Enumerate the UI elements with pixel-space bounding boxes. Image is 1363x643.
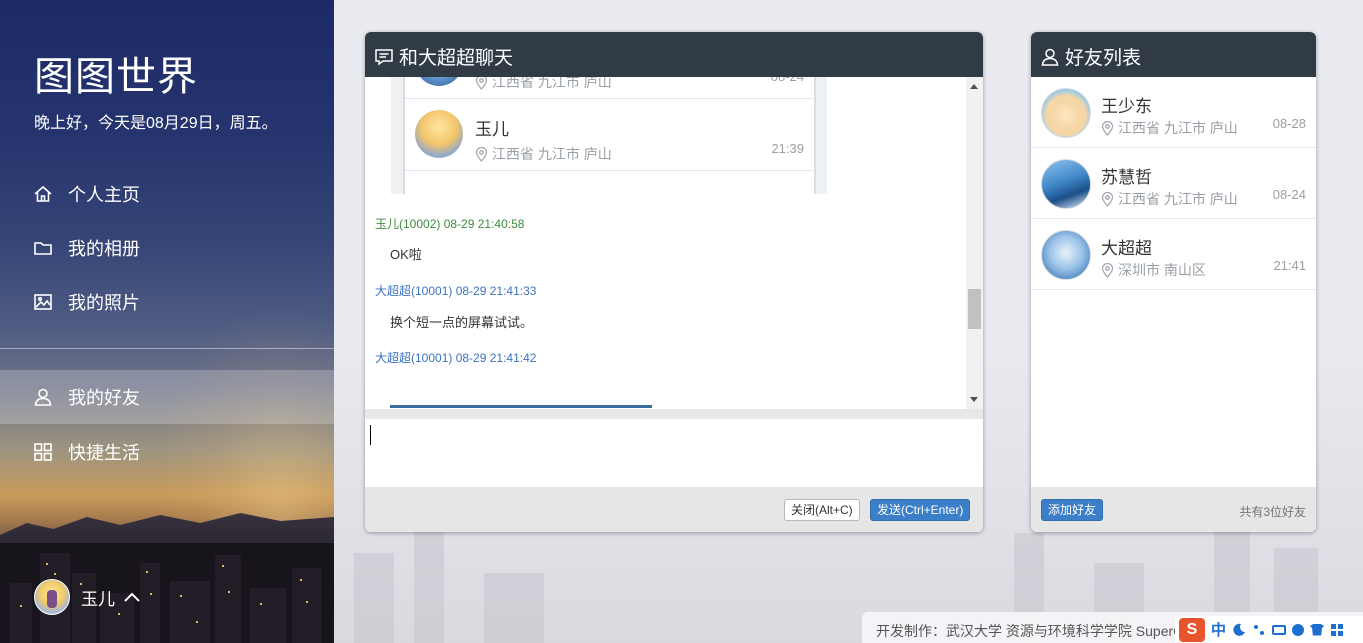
location-pin-icon [1101,191,1114,207]
avatar [1041,88,1091,138]
sidebar: 图图世界 晚上好，今天是08月29日，周五。 个人主页 我的相册 我的照片 我的… [0,0,334,643]
nav-divider [0,348,334,349]
location-text: 江西省 九江市 庐山 [1101,118,1238,138]
friends-panel-header: 好友列表 [1031,32,1316,77]
list-item: 玉儿 江西省 九江市 庐山 21:39 [405,99,814,171]
location-text: 江西省 九江市 庐山 [1101,189,1238,209]
location-pin-icon [1101,262,1114,278]
time-text: 21:41 [1273,258,1306,273]
ime-mode-text[interactable]: 中 [1211,619,1226,640]
time-text: 21:39 [771,141,804,156]
message-image-edge [390,405,652,408]
user-icon[interactable] [1292,623,1305,636]
nav-item-label: 个人主页 [68,185,140,205]
friend-name: 苏慧哲 [1101,168,1152,187]
avatar [34,579,70,615]
chat-panel-footer: 关闭(Alt+C) 发送(Ctrl+Enter) [365,487,983,532]
nav-item-photos[interactable]: 我的照片 [0,275,334,329]
user-icon [34,388,52,406]
punctuation-icon[interactable] [1252,623,1266,637]
user-icon [1041,48,1059,66]
location-pin-icon [475,146,488,162]
add-friend-button[interactable]: 添加好友 [1041,499,1104,521]
time-text: 08-24 [771,77,804,84]
home-icon [34,185,52,202]
image-icon [34,294,52,310]
text-caret [370,425,371,445]
keyboard-icon[interactable] [1272,624,1287,635]
brand-title: 图图世界 [34,55,198,99]
chat-icon [375,48,393,65]
current-user-menu[interactable]: 玉儿 [34,579,141,615]
folder-icon [34,242,52,255]
toolbox-icon[interactable] [1330,623,1344,637]
avatar [415,110,463,158]
moon-icon[interactable] [1232,623,1246,637]
friend-item[interactable]: 苏慧哲 江西省 九江市 庐山 08-24 [1031,148,1316,219]
avatar [415,77,463,86]
avatar [1041,159,1091,209]
chat-scrollbar[interactable] [966,77,983,409]
message-meta: 大超超(10001) 08-29 21:41:33 [375,284,537,298]
nav-item-friends[interactable]: 我的好友 [0,370,334,424]
scroll-up-icon[interactable] [970,84,978,89]
avatar [1041,230,1091,280]
chat-panel: 和大超超聊天 江西省 九江市 庐山 08-24 玉儿 江西 [365,32,983,532]
nav-item-label: 我的好友 [68,388,140,408]
chat-history[interactable]: 江西省 九江市 庐山 08-24 玉儿 江西省 九江市 庐山 21:39 玉儿(… [365,77,983,409]
greeting-text: 晚上好，今天是08月29日，周五。 [34,115,278,132]
friend-count-text: 共有3位好友 [1239,505,1306,519]
send-button[interactable]: 发送(Ctrl+Enter) [870,499,971,521]
friend-name: 玉儿 [475,120,509,139]
scroll-thumb[interactable] [968,289,981,329]
grid-icon [34,443,52,461]
friend-item[interactable]: 王少东 江西省 九江市 庐山 08-28 [1031,77,1316,148]
chevron-up-icon [124,592,140,602]
location-text: 江西省 九江市 庐山 [475,144,612,164]
list-item: 江西省 九江市 庐山 08-24 [405,77,814,99]
friend-name: 大超超 [1101,239,1152,258]
location-text: 江西省 九江市 庐山 [475,77,612,92]
ime-toolbar[interactable]: S 中 [1175,616,1363,643]
location-text: 深圳市 南山区 [1101,260,1206,280]
nav-item-label: 我的照片 [68,293,140,313]
current-user-name: 玉儿 [81,589,115,609]
friends-panel-footer: 添加好友 共有3位好友 [1031,487,1316,532]
friends-title: 好友列表 [1065,48,1142,69]
friend-item[interactable]: 大超超 深圳市 南山区 21:41 [1031,219,1316,290]
close-chat-button[interactable]: 关闭(Alt+C) [784,499,860,521]
shared-screenshot: 江西省 九江市 庐山 08-24 玉儿 江西省 九江市 庐山 21:39 [391,77,827,194]
friend-name: 王少东 [1101,97,1152,116]
friends-panel: 好友列表 王少东 江西省 九江市 庐山 08-28 苏慧哲 江西省 九江市 庐山… [1031,32,1316,532]
nav-item-albums[interactable]: 我的相册 [0,221,334,275]
nav-item-label: 快捷生活 [68,443,140,463]
message-text: 换个短一点的屏幕试试。 [390,315,534,330]
nav-item-label: 我的相册 [68,239,140,259]
scroll-down-icon[interactable] [970,397,978,402]
location-pin-icon [475,77,488,90]
nav-item-life[interactable]: 快捷生活 [0,425,334,479]
message-meta: 玉儿(10002) 08-29 21:40:58 [375,217,525,231]
skin-icon[interactable] [1310,623,1325,636]
chat-title: 和大超超聊天 [399,48,514,69]
time-text: 08-24 [1272,187,1306,202]
message-meta: 大超超(10001) 08-29 21:41:42 [375,351,537,365]
ime-logo-icon[interactable]: S [1179,617,1205,642]
time-text: 08-28 [1272,116,1306,131]
message-text: OK啦 [390,247,422,262]
input-divider [365,409,983,419]
chat-panel-header: 和大超超聊天 [365,32,983,77]
location-pin-icon [1101,120,1114,136]
nav-item-home[interactable]: 个人主页 [0,167,334,221]
